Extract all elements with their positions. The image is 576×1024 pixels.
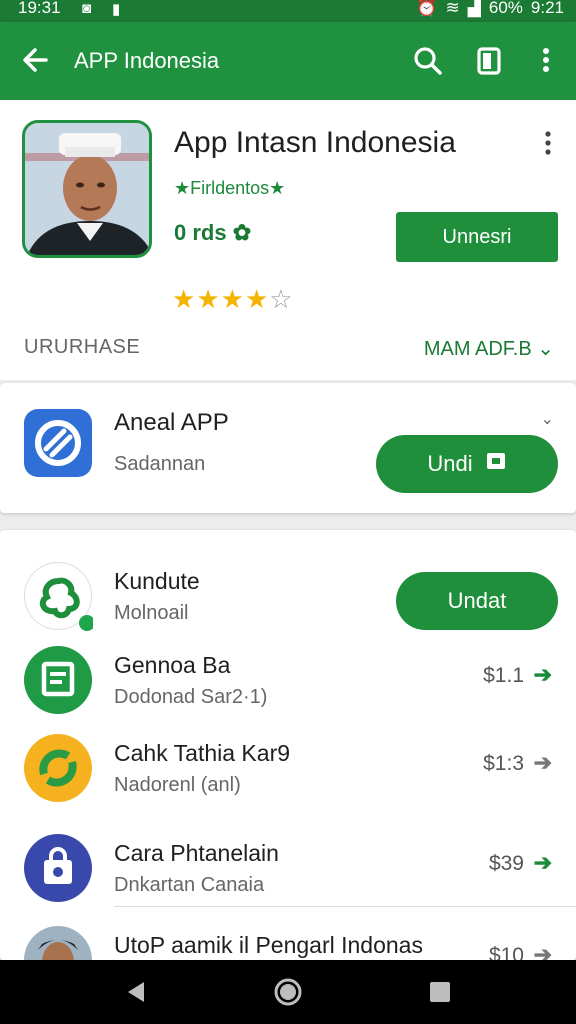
arrow-right-icon[interactable]: ➔ [534,662,552,688]
arrow-right-icon[interactable]: ➔ [534,850,552,876]
list-item[interactable]: Cahk Tathia Kar9 Nadorenl (anl) $1:3 ➔ [0,718,576,808]
leaf-icon [24,562,95,631]
notification-icon: ◙ [82,0,92,17]
navigation-bar [0,960,576,1024]
back-icon[interactable] [120,976,152,1008]
star-rating: ★★★★☆ [172,284,294,315]
app-detail-card: App Intasn Indonesia ★Firldentos★ 0 rds … [0,100,576,380]
back-arrow-icon[interactable] [20,42,52,78]
app-subtitle: Dodonad Sar2·1) [114,686,268,708]
chevron-down-icon[interactable]: ⌄ [541,409,554,429]
app-title: App Intasn Indonesia [174,126,456,159]
app-subtitle: Molnoail [114,602,189,624]
list-item[interactable]: Cara Phtanelain Dnkartan Canaia $39 ➔ [0,818,576,908]
star-filled-icon: ★ [172,284,197,314]
arrow-right-icon[interactable]: ➔ [534,750,552,776]
star-filled-icon: ★ [220,284,245,314]
wishlist-icon[interactable] [474,42,506,78]
star-filled-icon: ★ [196,284,221,314]
app-name: Kundute [114,568,200,594]
app-price: $1:3 [483,752,524,775]
star-filled-icon: ★ [244,284,270,314]
app-bar: APP Indonesia [0,22,576,100]
signal-icon: ▟ [467,0,481,17]
app-subtitle: Sadannan [114,453,206,475]
more-options-icon[interactable] [530,42,562,78]
install-button[interactable]: Unnesri [396,212,558,262]
featured-app-card[interactable]: Aneal APP Sadannan ⌄ Undi [0,383,576,513]
app-name: Cara Phtanelain [114,840,279,866]
wifi-icon: ≋ [445,0,460,17]
alarm-icon: ⏰ [416,0,438,17]
status-clock: 9:21 [530,0,564,17]
list-divider [114,906,576,907]
button-label: Undi [427,451,473,476]
lock-icon [485,450,507,478]
star-empty-icon: ☆ [269,284,294,314]
home-icon[interactable] [272,976,304,1008]
app-name: Gennoa Ba [114,652,231,678]
section-more-link[interactable]: MAM ADF.B ⌄ [424,336,554,361]
developer-name[interactable]: ★Firldentos★ [174,178,285,199]
status-time: 19:31 [18,0,61,17]
search-icon[interactable] [412,42,444,78]
list-item[interactable]: Gennoa Ba Dodonad Sar2·1) $1.1 ➔ [0,630,576,720]
shopping-bag-icon [24,834,92,902]
battery-level: 60% [488,0,523,17]
list-item[interactable]: Kundute Molnoail Undat [0,546,576,636]
app-price: $1.1 [483,664,524,687]
app-price: $39 [488,852,524,875]
recents-icon[interactable] [424,976,456,1008]
notepad-icon [24,646,92,714]
section-label: URURHASE [24,336,141,358]
app-subtitle: Dnkartan Canaia [114,874,265,896]
bookmark-icon: ▮ [112,1,121,18]
status-bar: 19:31 ◙ ▮ ⏰ ≋ ▟ 60% 9:21 [0,0,576,22]
more-options-icon[interactable] [538,128,558,158]
sync-icon [24,734,92,802]
app-avatar [22,120,152,258]
app-subtitle: Nadorenl (anl) [114,774,241,796]
featured-install-button[interactable]: Undi [376,435,558,493]
app-bar-title: APP Indonesia [74,48,220,73]
app-meta: 0 rds ✿ [174,220,252,245]
app-name: UtoP aamik il Pengarl Indonas [114,932,423,958]
app-name: Aneal APP [114,409,229,436]
app-icon [24,409,92,477]
app-list-card: Kundute Molnoail Undat Gennoa Ba Dodonad… [0,530,576,994]
app-name: Cahk Tathia Kar9 [114,740,291,766]
update-button[interactable]: Undat [396,572,558,630]
